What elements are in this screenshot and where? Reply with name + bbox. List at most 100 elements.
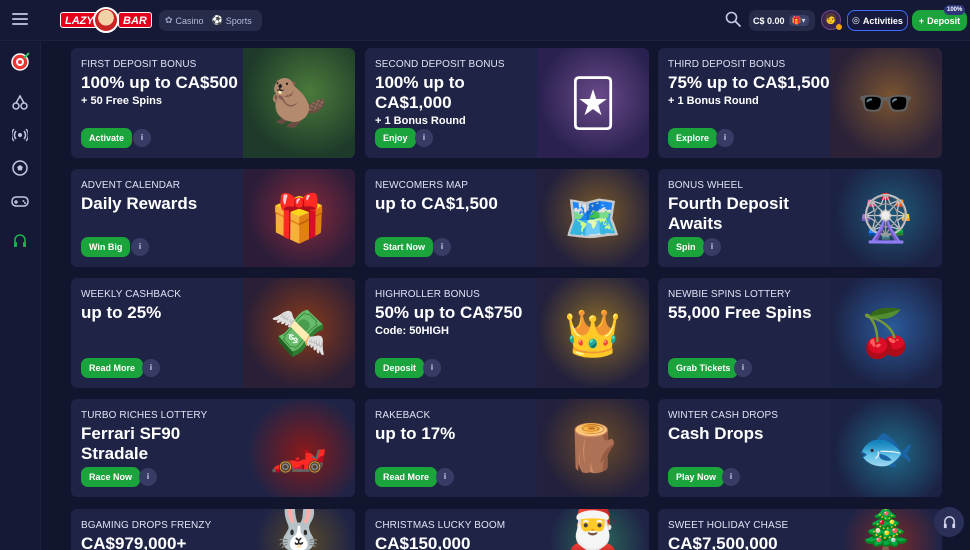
promo-card-advent-calendar[interactable]: 🎁 ADVENT CALENDAR Daily Rewards Win Big … <box>71 169 355 267</box>
bonus-wheel-illustration: 🎡 <box>830 169 942 267</box>
card-label: CHRISTMAS LUCKY BOOM <box>375 520 506 531</box>
promo-card-first-deposit[interactable]: 🦫 FIRST DEPOSIT BONUS 100% up to CA$500 +… <box>71 48 355 158</box>
read-more-button[interactable]: Read More <box>81 358 144 378</box>
card-label: ADVENT CALENDAR <box>81 180 181 191</box>
nav-casino[interactable]: ✿ Casino <box>165 15 204 26</box>
deposit-card-button[interactable]: Deposit <box>375 358 425 378</box>
play-now-button[interactable]: Play Now <box>668 467 725 487</box>
cherries-icon[interactable] <box>10 92 30 112</box>
promo-card-winter-cash-drops[interactable]: 🐟 WINTER CASH DROPS Cash Drops Play Now … <box>658 399 942 497</box>
bunny-coins-illustration: 🐰 <box>243 509 355 550</box>
info-icon[interactable]: i <box>734 359 752 377</box>
christmas-dog-illustration: 🎅 <box>537 509 649 550</box>
info-icon[interactable]: i <box>423 359 441 377</box>
card-title: 55,000 Free Spins <box>668 303 812 322</box>
card-title: Ferrari SF90 Stradale <box>81 424 181 463</box>
casino-chip-icon: ✿ <box>165 15 173 25</box>
balance-display[interactable]: C$ 0.00 🎁▾ <box>749 10 815 31</box>
card-title: CA$979,000+ <box>81 534 187 550</box>
nav-sports[interactable]: ⚽ Sports <box>212 15 252 26</box>
win-big-button[interactable]: Win Big <box>81 237 131 257</box>
fruit-free-spins-illustration: 🍒 <box>830 278 942 388</box>
deposit-percent-badge: 100% <box>944 5 966 15</box>
grab-tickets-button[interactable]: Grab Tickets <box>668 358 739 378</box>
balance-amount: C$ 0.00 <box>753 15 785 26</box>
search-icon[interactable] <box>725 11 741 27</box>
promo-card-bonus-wheel[interactable]: 🎡 BONUS WHEEL Fourth Deposit Awaits Spin… <box>658 169 942 267</box>
dartboard-icon[interactable] <box>10 52 30 72</box>
headset-icon <box>943 515 955 528</box>
card-label: TURBO RICHES LOTTERY <box>81 410 208 421</box>
promo-card-bgaming-drops-frenzy[interactable]: 🐰 BGAMING DROPS FRENZY CA$979,000+ <box>71 509 355 550</box>
card-label: RAKEBACK <box>375 410 431 421</box>
activities-button[interactable]: ◎ Activities <box>847 10 908 31</box>
card-label: BGAMING DROPS FRENZY <box>81 520 212 531</box>
hamburger-menu-icon[interactable] <box>12 13 28 27</box>
support-chat-button[interactable] <box>934 507 964 537</box>
activate-button[interactable]: Activate <box>81 128 133 148</box>
info-icon[interactable]: i <box>133 129 151 147</box>
info-icon[interactable]: i <box>716 129 734 147</box>
card-subtitle: + 1 Bonus Round <box>668 95 759 107</box>
card-title: 100% up to CA$500 + 50 Free Spins <box>81 73 251 109</box>
capybara-cocktail-illustration: 🦫 <box>243 48 355 158</box>
promo-card-newcomers-map[interactable]: 🗺️ NEWCOMERS MAP up to CA$1,500 Start No… <box>365 169 649 267</box>
headset-icon[interactable] <box>10 231 30 251</box>
info-icon[interactable]: i <box>142 359 160 377</box>
deposit-label: Deposit <box>927 15 961 26</box>
read-more-button[interactable]: Read More <box>375 467 438 487</box>
promo-card-newbie-spins-lottery[interactable]: 🍒 NEWBIE SPINS LOTTERY 55,000 Free Spins… <box>658 278 942 388</box>
promo-card-turbo-riches-lottery[interactable]: 🏎️ TURBO RICHES LOTTERY Ferrari SF90 Str… <box>71 399 355 497</box>
info-icon[interactable]: i <box>436 468 454 486</box>
enjoy-button[interactable]: Enjoy <box>375 128 416 148</box>
capybara-cards-illustration: 🃏 <box>537 48 649 158</box>
santa-girl-gift-illustration: 🎁 <box>243 169 355 267</box>
promo-card-second-deposit[interactable]: 🃏 SECOND DEPOSIT BONUS 100% up to CA$1,0… <box>365 48 649 158</box>
promo-card-sweet-holiday-chase[interactable]: 🎄 SWEET HOLIDAY CHASE CA$7,500,000 <box>658 509 942 550</box>
gamepad-icon[interactable] <box>10 191 30 211</box>
live-broadcast-icon[interactable] <box>10 125 30 145</box>
card-label: BONUS WHEEL <box>668 180 744 191</box>
info-icon[interactable]: i <box>433 238 451 256</box>
promo-card-highroller-bonus[interactable]: 👑 HIGHROLLER BONUS 50% up to CA$750 Code:… <box>365 278 649 388</box>
explore-button[interactable]: Explore <box>668 128 718 148</box>
promo-card-christmas-lucky-boom[interactable]: 🎅 CHRISTMAS LUCKY BOOM CA$150,000 <box>365 509 649 550</box>
card-label: HIGHROLLER BONUS <box>375 289 480 300</box>
promo-card-third-deposit[interactable]: 🕶️ THIRD DEPOSIT BONUS 75% up to CA$1,50… <box>658 48 942 158</box>
card-title: Fourth Deposit Awaits <box>668 194 789 233</box>
gift-dropdown-icon[interactable]: 🎁▾ <box>788 15 809 26</box>
card-title: 75% up to CA$1,500 + 1 Bonus Round <box>668 73 838 109</box>
info-icon[interactable]: i <box>703 238 721 256</box>
top-header: LAZY BAR ✿ Casino ⚽ Sports C$ 0.00 🎁▾ 🧑 … <box>0 0 970 41</box>
avatar[interactable]: 🧑 <box>821 10 842 30</box>
card-label: NEWCOMERS MAP <box>375 180 468 191</box>
info-icon[interactable]: i <box>722 468 740 486</box>
card-title: up to CA$1,500 <box>375 194 498 213</box>
promo-card-weekly-cashback[interactable]: 💸 WEEKLY CASHBACK up to 25% Read More i <box>71 278 355 388</box>
rakeback-sign-illustration: 🪵 <box>537 399 649 497</box>
soccer-ball-icon[interactable] <box>10 158 30 178</box>
soccer-ball-icon: ⚽ <box>211 15 223 25</box>
nav-sports-label: Sports <box>225 15 252 26</box>
race-now-button[interactable]: Race Now <box>81 467 141 487</box>
fish-bowl-illustration: 🐟 <box>830 399 942 497</box>
red-sports-car-illustration: 🏎️ <box>243 399 355 497</box>
card-title: 100% up to CA$1,000 + 1 Bonus Round <box>375 73 545 129</box>
info-icon[interactable]: i <box>139 468 157 486</box>
card-label: NEWBIE SPINS LOTTERY <box>668 289 791 300</box>
info-icon[interactable]: i <box>415 129 433 147</box>
logo[interactable]: LAZY BAR <box>60 6 152 34</box>
notification-dot <box>836 24 842 30</box>
start-now-button[interactable]: Start Now <box>375 237 434 257</box>
promo-card-rakeback[interactable]: 🪵 RAKEBACK up to 17% Read More i <box>365 399 649 497</box>
logo-word-right: BAR <box>118 12 152 28</box>
card-label: THIRD DEPOSIT BONUS <box>668 59 786 70</box>
card-title: Daily Rewards <box>81 194 198 213</box>
info-icon[interactable]: i <box>131 238 149 256</box>
logo-mascot-icon <box>93 7 119 33</box>
card-title: Cash Drops <box>668 424 764 443</box>
capybara-bonus-sign-illustration: 🕶️ <box>830 48 942 158</box>
card-title: up to 17% <box>375 424 456 443</box>
spin-button[interactable]: Spin <box>668 237 704 257</box>
santa-sleigh-illustration: 🎄 <box>830 509 942 550</box>
